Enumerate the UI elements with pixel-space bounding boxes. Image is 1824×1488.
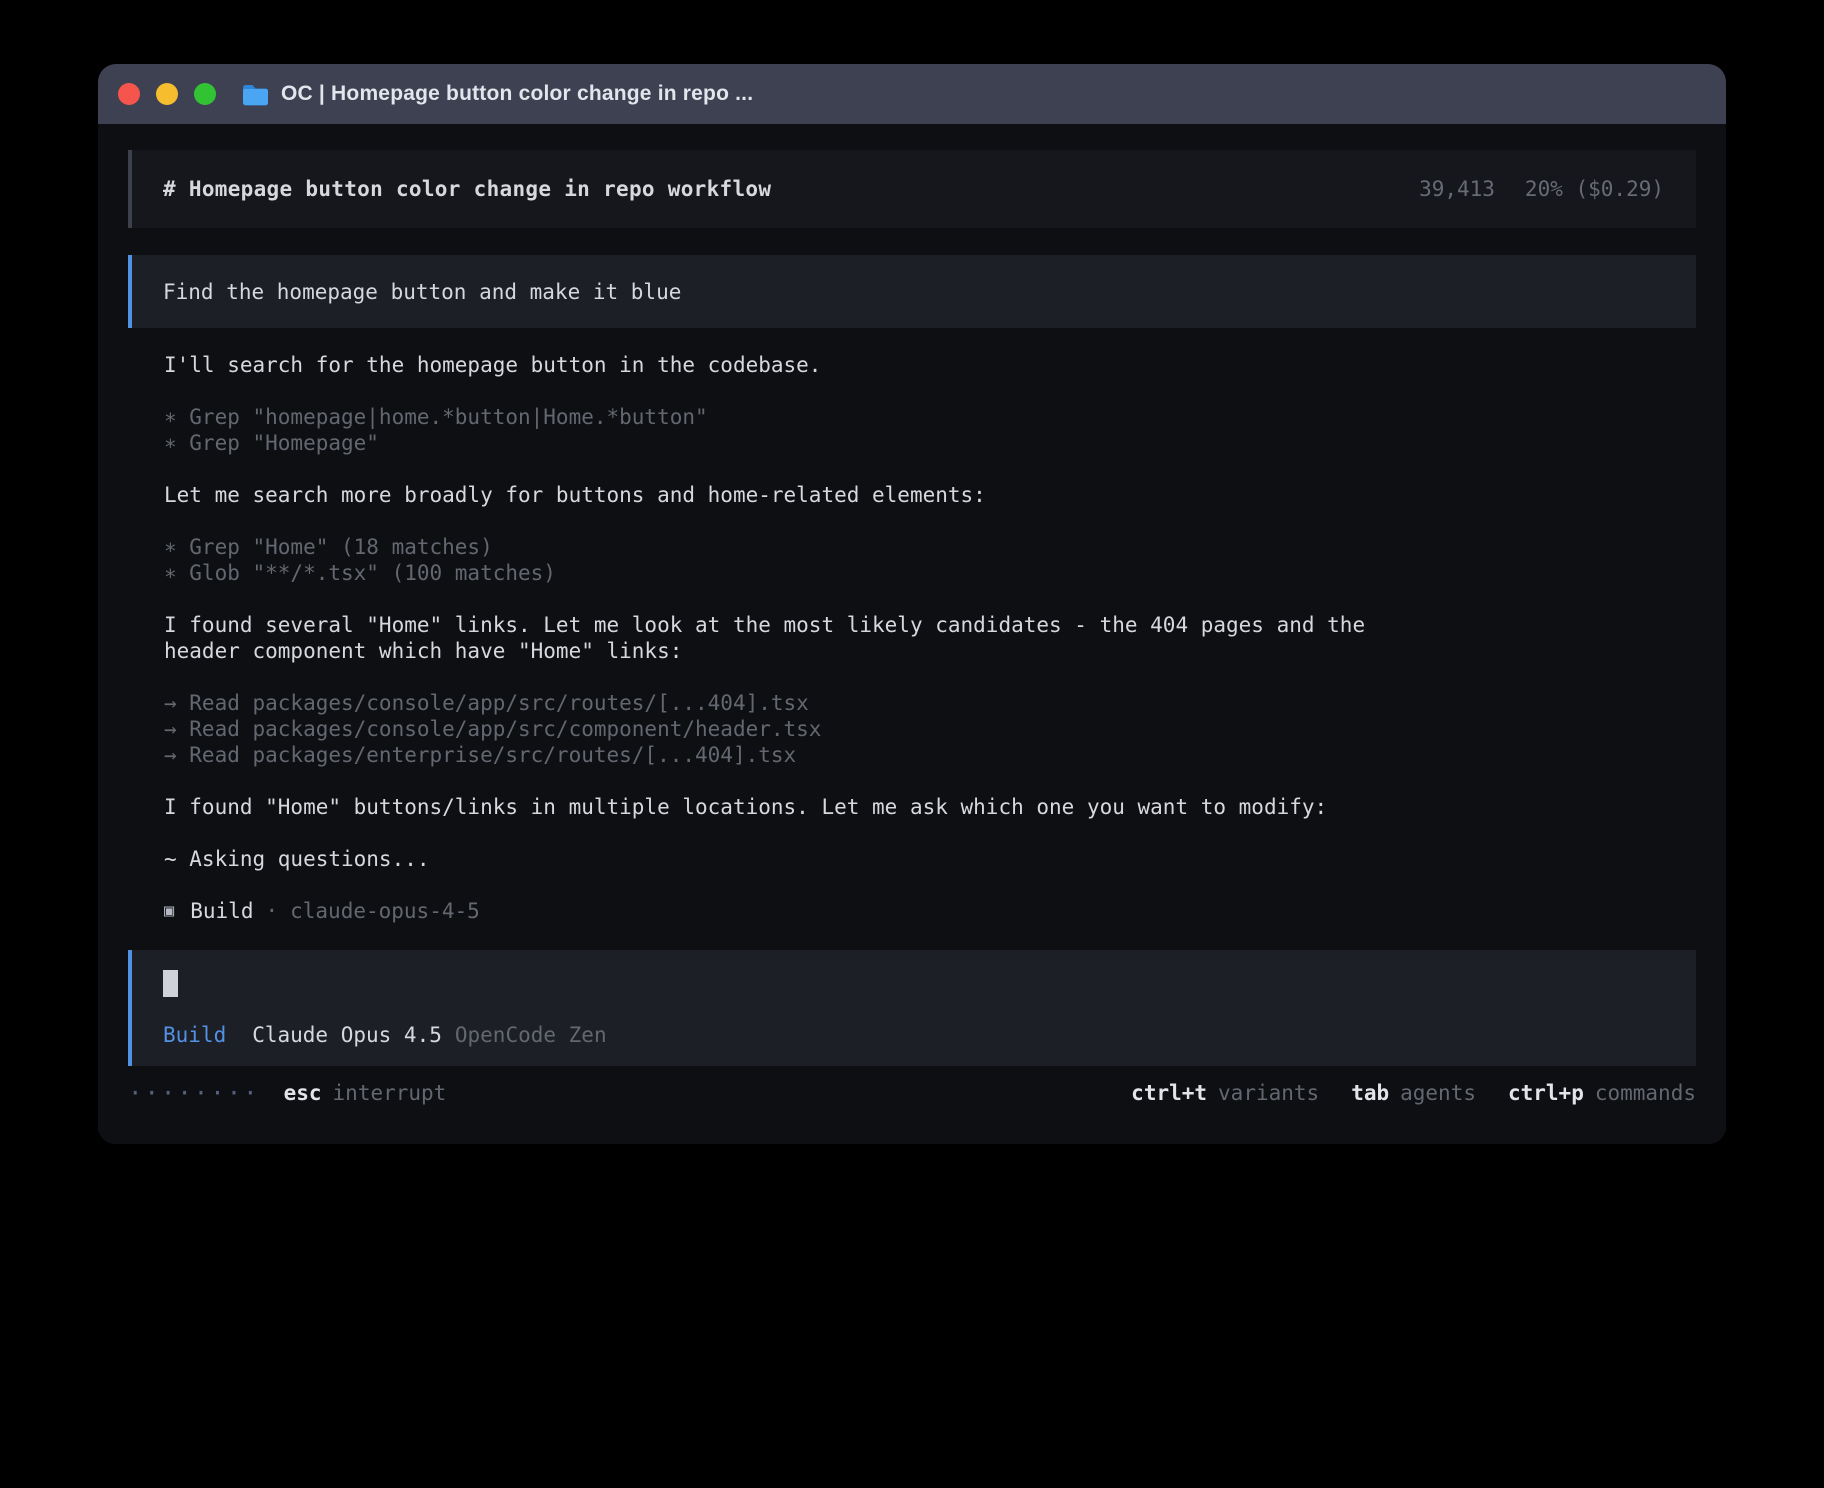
assistant-paragraph: I'll search for the homepage button in t…	[164, 352, 1428, 378]
agent-mode-label[interactable]: Build	[163, 1022, 226, 1048]
status-left: ········ esc interrupt	[128, 1080, 446, 1106]
session-title: # Homepage button color change in repo w…	[163, 176, 771, 202]
tab-key: tab	[1351, 1080, 1389, 1106]
agent-status-line: ▣ Build · claude-opus-4-5	[164, 898, 1428, 924]
agents-label: agents	[1400, 1080, 1476, 1106]
ctrl-p-key: ctrl+p	[1508, 1080, 1584, 1106]
close-button[interactable]	[118, 83, 140, 105]
token-count: 39,413	[1419, 176, 1495, 202]
app-window: OC | Homepage button color change in rep…	[98, 64, 1726, 1144]
session-header: # Homepage button color change in repo w…	[128, 150, 1696, 228]
assistant-text-line: I found several "Home" links. Let me loo…	[164, 612, 1428, 664]
context-usage: 20% ($0.29)	[1525, 176, 1664, 202]
separator-dot: ·	[265, 898, 278, 924]
commands-label: commands	[1595, 1080, 1696, 1106]
traffic-lights	[98, 83, 216, 105]
model-label[interactable]: Claude Opus 4.5	[252, 1022, 442, 1048]
terminal-viewport[interactable]: # Homepage button color change in repo w…	[98, 124, 1726, 1144]
input-meta: Build Claude Opus 4.5 OpenCode Zen	[163, 1022, 1666, 1048]
assistant-text-line: I'll search for the homepage button in t…	[164, 352, 1428, 378]
ctrl-t-key: ctrl+t	[1131, 1080, 1207, 1106]
assistant-transcript: I'll search for the homepage button in t…	[164, 352, 1428, 924]
assistant-text-line: I found "Home" buttons/links in multiple…	[164, 794, 1428, 820]
folder-icon	[242, 83, 269, 106]
titlebar[interactable]: OC | Homepage button color change in rep…	[98, 64, 1726, 124]
provider-label: OpenCode Zen	[455, 1022, 607, 1048]
zoom-button[interactable]	[194, 83, 216, 105]
tool-call-group: ∗ Grep "Home" (18 matches) ∗ Glob "**/*.…	[164, 534, 1428, 586]
user-message: Find the homepage button and make it blu…	[128, 255, 1696, 328]
text-cursor	[163, 970, 178, 997]
tool-call-group: → Read packages/console/app/src/routes/[…	[164, 690, 1428, 768]
window-title: OC | Homepage button color change in rep…	[281, 82, 753, 106]
spinner-dots: ········	[128, 1080, 260, 1106]
tool-call-line: ∗ Grep "homepage|home.*button|Home.*butt…	[164, 404, 1428, 430]
prompt-input[interactable]: Build Claude Opus 4.5 OpenCode Zen	[128, 950, 1696, 1066]
title-group: OC | Homepage button color change in rep…	[242, 82, 753, 106]
agent-icon: ▣	[164, 898, 174, 924]
agent-model: claude-opus-4-5	[290, 898, 480, 924]
assistant-paragraph: ~ Asking questions...	[164, 846, 1428, 872]
keybind-hint-agents: tab agents	[1351, 1080, 1476, 1106]
keybind-hint-commands: ctrl+p commands	[1508, 1080, 1696, 1106]
variants-label: variants	[1218, 1080, 1319, 1106]
tool-call-line: ∗ Grep "Homepage"	[164, 430, 1428, 456]
keybind-hint-variants: ctrl+t variants	[1131, 1080, 1319, 1106]
assistant-paragraph: Let me search more broadly for buttons a…	[164, 482, 1428, 508]
assistant-text-line: Let me search more broadly for buttons a…	[164, 482, 1428, 508]
tool-call-group: ∗ Grep "homepage|home.*button|Home.*butt…	[164, 404, 1428, 456]
tool-call-line: → Read packages/console/app/src/routes/[…	[164, 690, 1428, 716]
session-meta: 39,413 20% ($0.29)	[1419, 176, 1664, 202]
esc-key-hint: esc	[284, 1080, 322, 1106]
status-bar: ········ esc interrupt ctrl+t variants t…	[128, 1080, 1696, 1106]
agent-name: Build	[190, 898, 253, 924]
tool-call-line: → Read packages/enterprise/src/routes/[.…	[164, 742, 1428, 768]
assistant-text-line: ~ Asking questions...	[164, 846, 1428, 872]
assistant-paragraph: I found several "Home" links. Let me loo…	[164, 612, 1428, 664]
tool-call-line: ∗ Glob "**/*.tsx" (100 matches)	[164, 560, 1428, 586]
status-right: ctrl+t variants tab agents ctrl+p comman…	[1131, 1080, 1696, 1106]
minimize-button[interactable]	[156, 83, 178, 105]
esc-key-label: interrupt	[333, 1080, 447, 1106]
user-message-text: Find the homepage button and make it blu…	[163, 279, 681, 305]
tool-call-line: → Read packages/console/app/src/componen…	[164, 716, 1428, 742]
tool-call-line: ∗ Grep "Home" (18 matches)	[164, 534, 1428, 560]
assistant-paragraph: I found "Home" buttons/links in multiple…	[164, 794, 1428, 820]
